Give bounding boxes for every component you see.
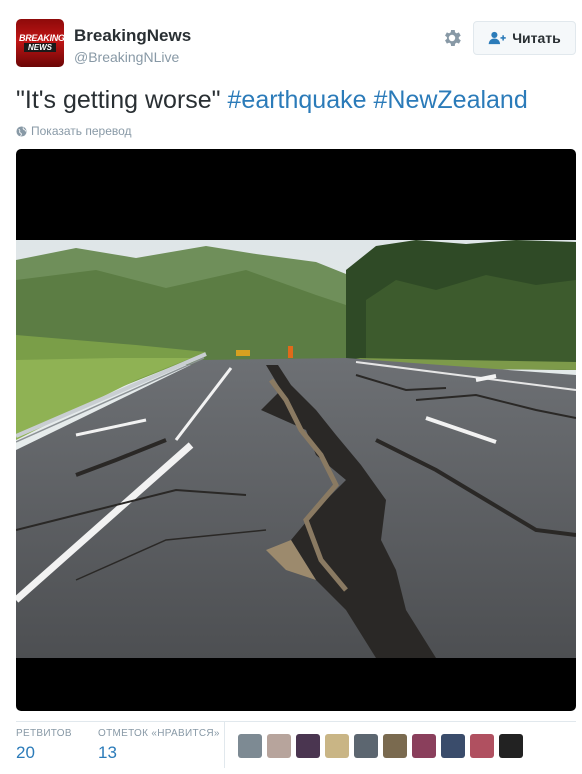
- follow-button-label: Читать: [512, 30, 561, 46]
- follow-button[interactable]: Читать: [473, 21, 576, 55]
- tweet-stats: РЕТВИТОВ 20 ОТМЕТОК «НРАВИТСЯ» 13: [16, 722, 576, 774]
- avatar-logo-text-bottom: NEWS: [24, 43, 56, 52]
- facepile-avatar[interactable]: [499, 734, 523, 758]
- globe-icon: [16, 125, 27, 137]
- facepile-avatar[interactable]: [296, 734, 320, 758]
- likes-stat[interactable]: ОТМЕТОК «НРАВИТСЯ» 13: [98, 728, 220, 763]
- account-name[interactable]: BreakingNews: [74, 26, 191, 46]
- media-container[interactable]: [16, 149, 576, 711]
- gear-icon[interactable]: [441, 27, 463, 49]
- translate-label: Показать перевод: [31, 124, 132, 138]
- account-handle[interactable]: @BreakingNLive: [74, 49, 179, 65]
- facepile-avatar[interactable]: [470, 734, 494, 758]
- retweets-count: 20: [16, 743, 35, 762]
- facepile: [238, 734, 523, 758]
- retweets-label: РЕТВИТОВ: [16, 728, 72, 739]
- facepile-avatar[interactable]: [383, 734, 407, 758]
- follow-person-icon: [488, 31, 506, 45]
- tweet-quote: "It's getting worse": [16, 86, 221, 114]
- stats-separator: [224, 722, 225, 768]
- hashtag-earthquake[interactable]: #earthquake: [228, 86, 367, 114]
- earthquake-road-photo[interactable]: [16, 240, 576, 658]
- tweet-text: "It's getting worse" #earthquake #NewZea…: [16, 84, 576, 116]
- facepile-avatar[interactable]: [441, 734, 465, 758]
- avatar-logo-text-top: BREAKING: [19, 33, 64, 43]
- retweet-stat[interactable]: РЕТВИТОВ 20: [16, 728, 72, 763]
- facepile-avatar[interactable]: [325, 734, 349, 758]
- hashtag-newzealand[interactable]: #NewZealand: [373, 86, 527, 114]
- translate-link[interactable]: Показать перевод: [16, 124, 132, 138]
- tweet-header: BREAKING NEWS BreakingNews @BreakingNLiv…: [16, 19, 576, 69]
- facepile-avatar[interactable]: [238, 734, 262, 758]
- facepile-avatar[interactable]: [412, 734, 436, 758]
- facepile-avatar[interactable]: [354, 734, 378, 758]
- facepile-avatar[interactable]: [267, 734, 291, 758]
- likes-label: ОТМЕТОК «НРАВИТСЯ»: [98, 728, 220, 739]
- avatar[interactable]: BREAKING NEWS: [16, 19, 64, 67]
- likes-count: 13: [98, 743, 117, 762]
